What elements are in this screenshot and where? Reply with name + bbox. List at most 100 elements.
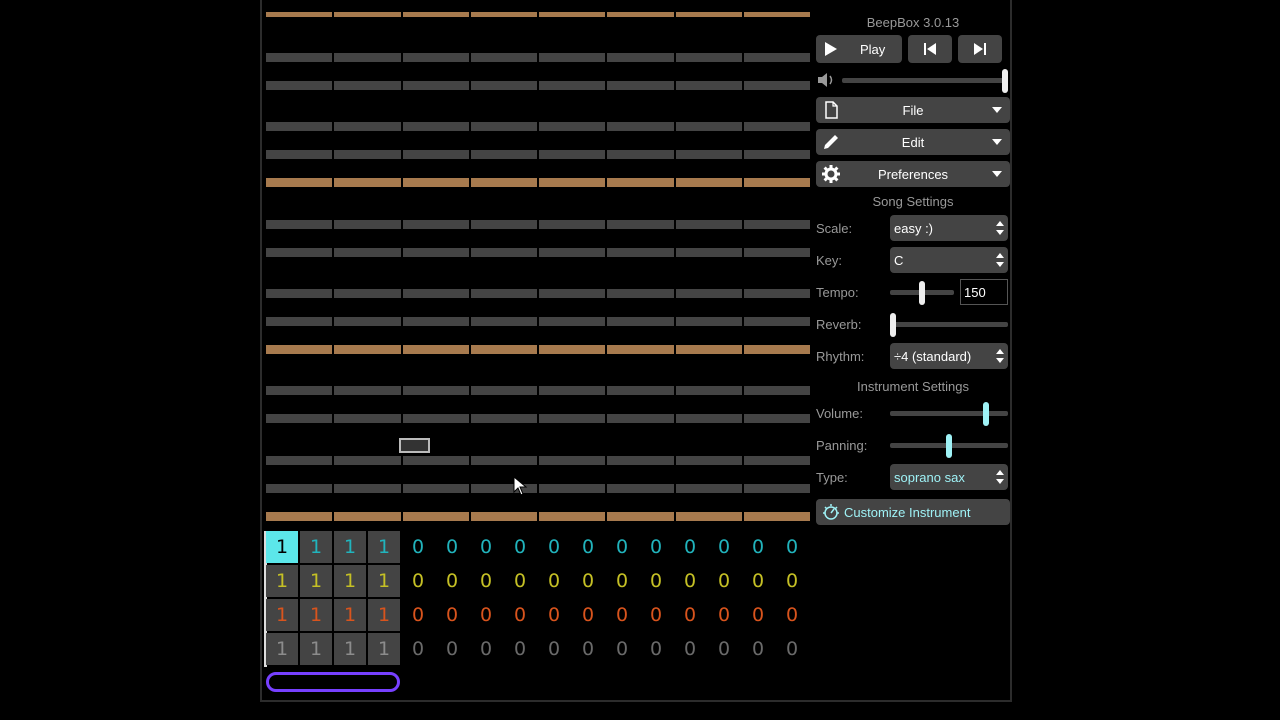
master-volume-slider[interactable] <box>842 69 1008 93</box>
piano-roll-cell[interactable] <box>675 12 742 17</box>
piano-roll-cell[interactable] <box>743 150 810 159</box>
piano-roll-cell[interactable] <box>402 220 469 229</box>
piano-roll-cell[interactable] <box>539 512 606 521</box>
instrument-type-select[interactable]: soprano sax <box>890 464 1008 490</box>
key-select[interactable]: C <box>890 247 1008 273</box>
piano-roll-row[interactable] <box>266 484 810 493</box>
pattern-cell[interactable]: 1 <box>334 599 366 631</box>
scale-select[interactable]: easy :) <box>890 215 1008 241</box>
pattern-cell[interactable]: 0 <box>708 531 740 563</box>
pattern-cell[interactable]: 0 <box>572 599 604 631</box>
reverb-thumb[interactable] <box>890 313 896 337</box>
piano-roll-cell[interactable] <box>539 122 606 131</box>
piano-roll-cell[interactable] <box>402 317 469 326</box>
pattern-cell[interactable]: 0 <box>708 633 740 665</box>
piano-roll-cell[interactable] <box>539 456 606 465</box>
piano-roll-cell[interactable] <box>334 414 401 423</box>
piano-roll-cell[interactable] <box>334 178 401 187</box>
piano-roll-cell[interactable] <box>607 178 674 187</box>
piano-roll-cell[interactable] <box>607 150 674 159</box>
piano-roll-cell[interactable] <box>675 414 742 423</box>
pattern-cell[interactable]: 1 <box>300 565 332 597</box>
pattern-cell[interactable]: 0 <box>640 633 672 665</box>
piano-roll-cell[interactable] <box>743 414 810 423</box>
piano-roll-row[interactable] <box>266 456 810 465</box>
piano-roll-row[interactable] <box>266 386 810 395</box>
piano-roll-cell[interactable] <box>675 386 742 395</box>
pattern-cell[interactable]: 0 <box>436 565 468 597</box>
piano-roll-cell[interactable] <box>539 178 606 187</box>
piano-roll-cell[interactable] <box>675 345 742 354</box>
piano-roll-cell[interactable] <box>334 317 401 326</box>
pattern-cell[interactable]: 0 <box>606 633 638 665</box>
piano-roll-cell[interactable] <box>607 345 674 354</box>
piano-roll-cell[interactable] <box>743 289 810 298</box>
pattern-cell[interactable]: 0 <box>572 633 604 665</box>
piano-roll-cell[interactable] <box>470 456 537 465</box>
piano-roll-cell[interactable] <box>607 81 674 90</box>
piano-roll-cell[interactable] <box>607 512 674 521</box>
loop-selector[interactable] <box>266 672 400 692</box>
pattern-cell[interactable]: 0 <box>640 531 672 563</box>
piano-roll-cell[interactable] <box>470 81 537 90</box>
piano-roll-row[interactable] <box>266 81 810 90</box>
pattern-cell[interactable]: 0 <box>572 531 604 563</box>
pattern-cell[interactable]: 1 <box>300 531 332 563</box>
pattern-cell[interactable]: 0 <box>538 531 570 563</box>
rhythm-select[interactable]: ÷4 (standard) <box>890 343 1008 369</box>
master-volume-thumb[interactable] <box>1002 69 1008 93</box>
piano-roll-cell[interactable] <box>675 178 742 187</box>
piano-roll-cell[interactable] <box>539 414 606 423</box>
pattern-cell[interactable]: 0 <box>776 531 808 563</box>
pattern-cell[interactable]: 0 <box>470 599 502 631</box>
pattern-cell[interactable]: 0 <box>538 599 570 631</box>
piano-roll-cell[interactable] <box>266 289 333 298</box>
panning-thumb[interactable] <box>946 434 952 458</box>
piano-roll-cell[interactable] <box>266 456 333 465</box>
piano-roll-cell[interactable] <box>539 220 606 229</box>
pattern-cell[interactable]: 1 <box>300 633 332 665</box>
piano-roll-row[interactable] <box>266 248 810 257</box>
piano-roll-cell[interactable] <box>402 456 469 465</box>
piano-roll-cell[interactable] <box>470 345 537 354</box>
piano-roll-cell[interactable] <box>539 150 606 159</box>
piano-roll-cell[interactable] <box>266 512 333 521</box>
piano-roll-cell[interactable] <box>402 386 469 395</box>
piano-roll-cell[interactable] <box>675 317 742 326</box>
piano-roll-cell[interactable] <box>402 122 469 131</box>
piano-roll-cell[interactable] <box>470 414 537 423</box>
piano-roll-tonic-row[interactable] <box>266 12 810 17</box>
piano-roll-cell[interactable] <box>607 220 674 229</box>
piano-roll-cell[interactable] <box>743 53 810 62</box>
pattern-cell[interactable]: 0 <box>674 599 706 631</box>
piano-roll-cell[interactable] <box>743 178 810 187</box>
piano-roll-cell[interactable] <box>743 122 810 131</box>
piano-roll-cell[interactable] <box>675 122 742 131</box>
piano-roll-cell[interactable] <box>743 512 810 521</box>
pattern-cell[interactable]: 1 <box>266 565 298 597</box>
pattern-cell[interactable]: 0 <box>504 565 536 597</box>
piano-roll-cell[interactable] <box>266 248 333 257</box>
instrument-volume-slider[interactable] <box>890 402 1008 426</box>
piano-roll-cell[interactable] <box>743 12 810 17</box>
piano-roll-cell[interactable] <box>334 150 401 159</box>
piano-roll-cell[interactable] <box>334 53 401 62</box>
pattern-cell[interactable]: 1 <box>368 531 400 563</box>
pattern-cell[interactable]: 0 <box>470 565 502 597</box>
pattern-cell[interactable]: 0 <box>436 599 468 631</box>
pattern-cell[interactable]: 0 <box>504 531 536 563</box>
pattern-cell[interactable]: 0 <box>640 565 672 597</box>
piano-roll-cell[interactable] <box>402 150 469 159</box>
pattern-cell[interactable]: 0 <box>402 565 434 597</box>
piano-roll-cell[interactable] <box>607 122 674 131</box>
piano-roll-cell[interactable] <box>743 248 810 257</box>
piano-roll-cell[interactable] <box>607 386 674 395</box>
piano-roll-cell[interactable] <box>539 248 606 257</box>
piano-roll-cell[interactable] <box>266 484 333 493</box>
piano-roll-cell[interactable] <box>266 220 333 229</box>
piano-roll-cell[interactable] <box>334 220 401 229</box>
piano-roll-cell[interactable] <box>675 484 742 493</box>
piano-roll-cell[interactable] <box>743 484 810 493</box>
piano-roll-cell[interactable] <box>402 248 469 257</box>
pattern-cell[interactable]: 1 <box>300 599 332 631</box>
